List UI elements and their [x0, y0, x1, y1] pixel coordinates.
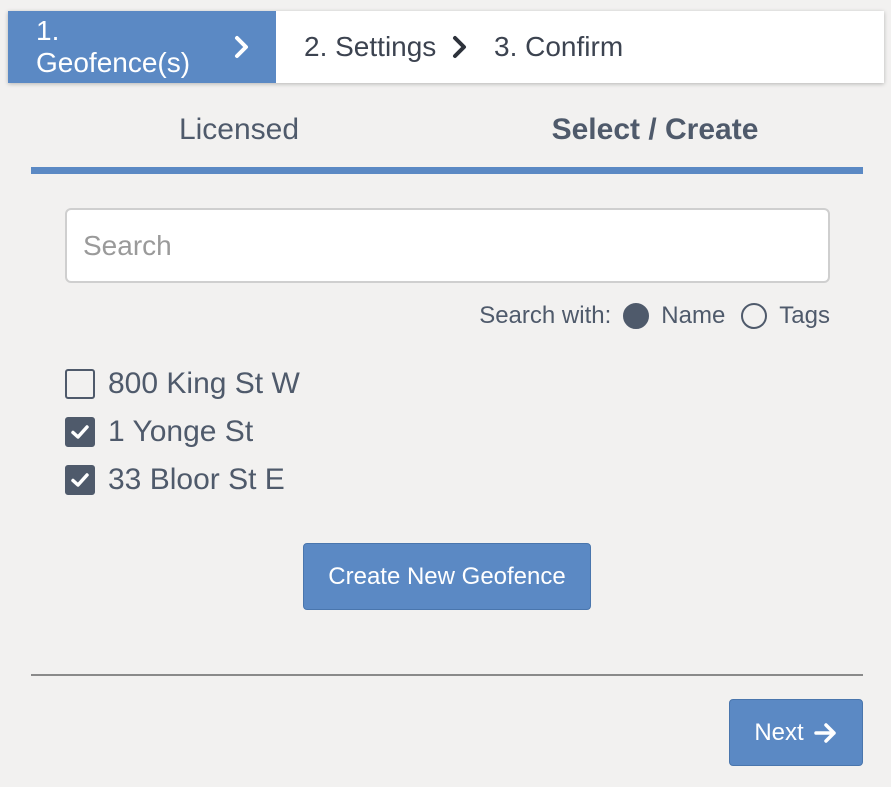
list-item-label[interactable]: 800 King St W	[108, 367, 300, 401]
create-new-geofence-button[interactable]: Create New Geofence	[303, 543, 591, 610]
checkmark-icon	[71, 473, 89, 487]
step-geofences[interactable]: 1. Geofence(s)	[8, 11, 276, 83]
step-confirm[interactable]: 3. Confirm	[494, 11, 623, 83]
radio-tags-label[interactable]: Tags	[779, 302, 830, 330]
divider	[31, 674, 863, 676]
list-item: 33 Bloor St E	[65, 456, 300, 504]
next-button[interactable]: Next	[729, 699, 863, 766]
step-confirm-label: 3. Confirm	[494, 31, 624, 62]
checkbox-800-king-st-w[interactable]	[65, 369, 95, 399]
checkbox-1-yonge-st[interactable]	[65, 417, 95, 447]
list-item: 800 King St W	[65, 360, 300, 408]
chevron-right-icon	[450, 35, 470, 59]
geofence-list: 800 King St W 1 Yonge St 33 Bloor St E	[65, 360, 300, 504]
step-geofences-label: 1. Geofence(s)	[36, 15, 191, 78]
search-input[interactable]	[65, 208, 830, 283]
search-with-label: Search with:	[479, 302, 612, 329]
tab-licensed[interactable]: Licensed	[31, 100, 447, 167]
list-item: 1 Yonge St	[65, 408, 300, 456]
checkbox-33-bloor-st-e[interactable]	[65, 465, 95, 495]
geofence-source-tabs: Licensed Select / Create	[31, 100, 863, 174]
search-with-options: Search with: Name Tags	[479, 300, 830, 332]
radio-name-label[interactable]: Name	[661, 302, 725, 330]
list-item-label[interactable]: 33 Bloor St E	[108, 463, 285, 497]
arrow-right-icon	[813, 722, 838, 744]
radio-name[interactable]	[623, 303, 650, 329]
step-settings-label: 2. Settings	[304, 31, 437, 62]
radio-tags[interactable]	[741, 303, 768, 329]
checkmark-icon	[71, 425, 89, 439]
step-settings[interactable]: 2. Settings	[276, 11, 494, 83]
tab-select-create[interactable]: Select / Create	[447, 100, 863, 167]
list-item-label[interactable]: 1 Yonge St	[108, 415, 253, 449]
next-button-label: Next	[754, 718, 804, 746]
wizard-stepper: 1. Geofence(s) 2. Settings 3. Confirm	[8, 11, 884, 83]
chevron-right-icon	[232, 35, 252, 59]
